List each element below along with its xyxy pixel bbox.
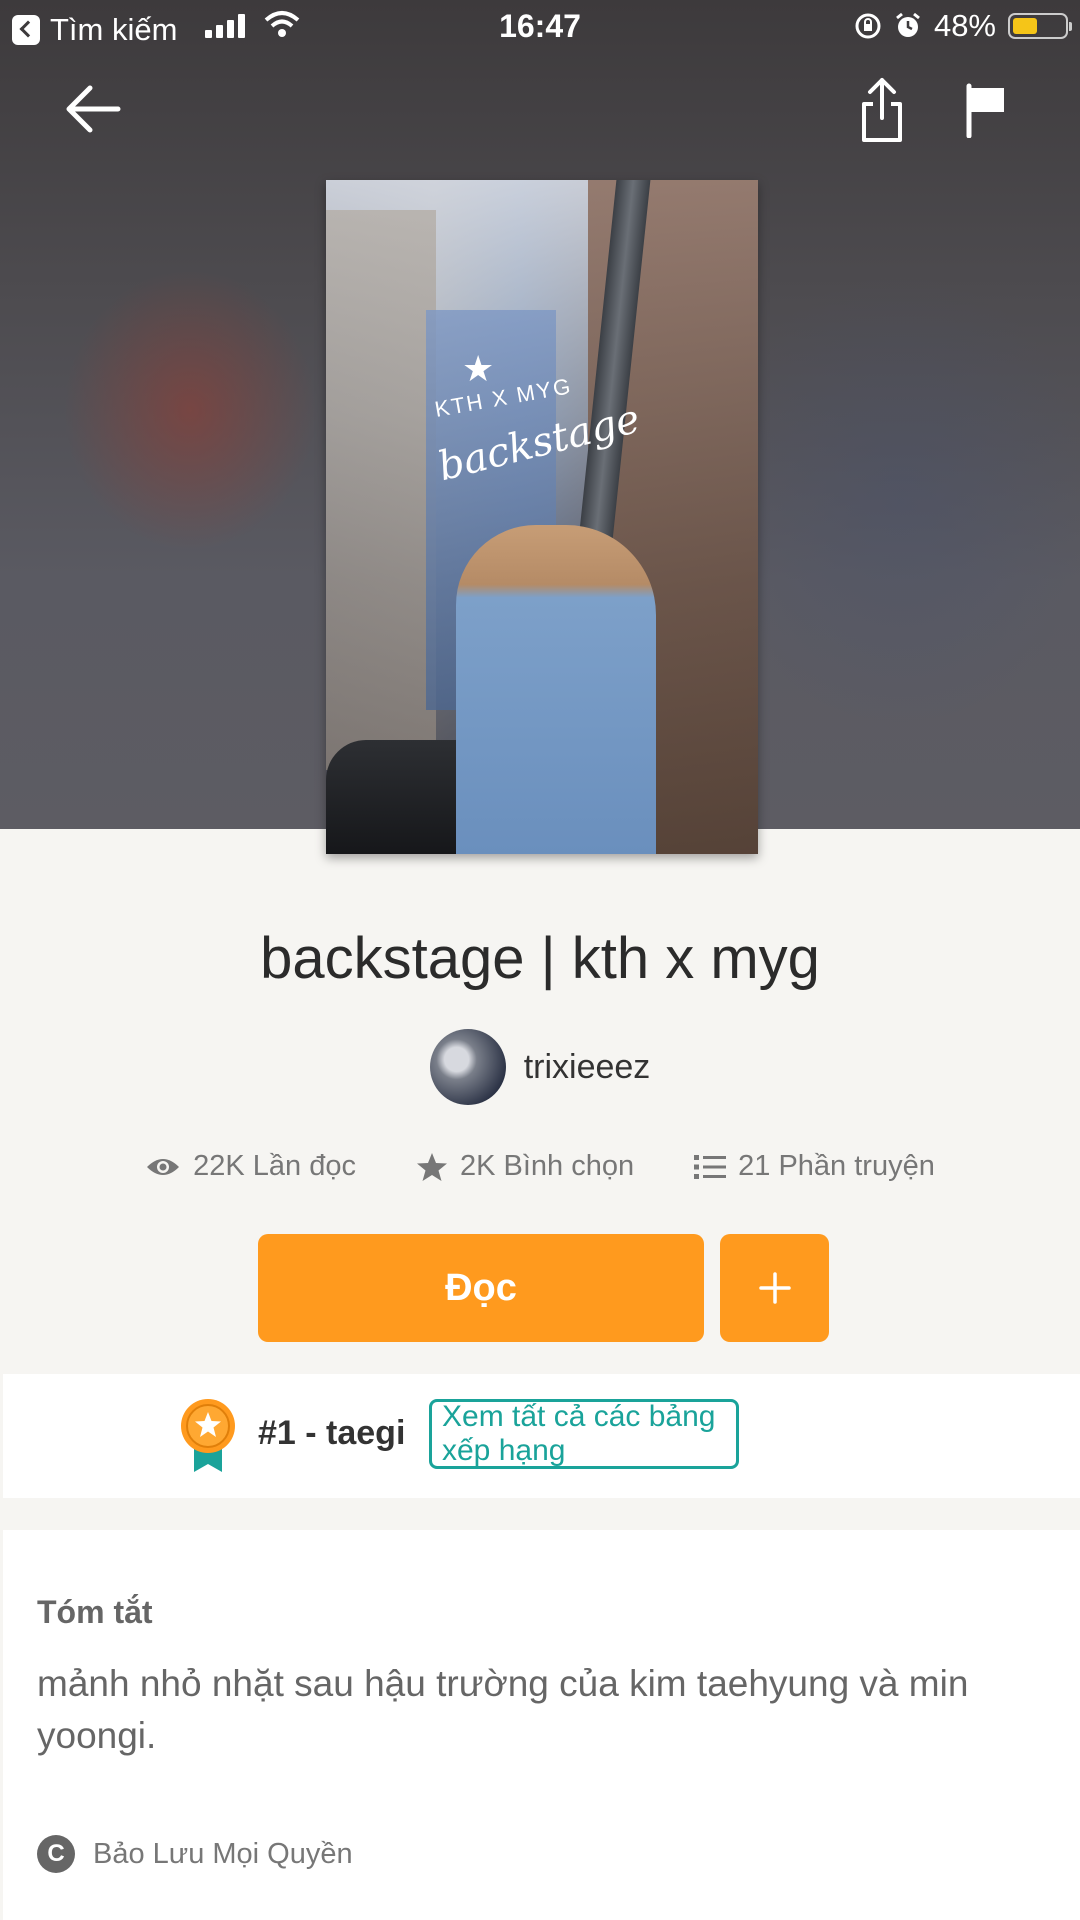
stat-votes: 2K Bình chọn	[416, 1150, 634, 1183]
stat-reads: 22K Lần đọc	[145, 1150, 356, 1183]
rank-label: #1 - taegi	[258, 1414, 406, 1452]
summary-text: mảnh nhỏ nhặt sau hậu trường của kim tae…	[37, 1663, 969, 1756]
cover-star-icon: ★	[462, 348, 495, 389]
status-bar: Tìm kiếm 16:47 48%	[0, 0, 1080, 54]
votes-count: 2K Bình chọn	[460, 1150, 635, 1182]
flag-icon[interactable]	[964, 82, 1008, 138]
ranking-section: #1 - taegi Xem tất cả các bảng xếp hạng	[3, 1374, 1080, 1498]
plus-icon	[758, 1272, 791, 1304]
story-title: backstage | kth x myg	[260, 926, 820, 991]
battery-icon	[1008, 13, 1072, 39]
summary-section: Tóm tắt mảnh nhỏ nhặt sau hậu trường của…	[3, 1530, 1080, 1920]
summary-heading: Tóm tắt	[37, 1594, 153, 1630]
share-icon[interactable]	[858, 76, 906, 144]
list-icon	[694, 1154, 727, 1179]
story-cover-image: ★ KTH X MYG backstage	[326, 180, 758, 854]
parts-count: 21 Phần truyện	[738, 1150, 935, 1182]
view-all-rankings-button[interactable]: Xem tất cả các bảng xếp hạng	[429, 1399, 739, 1469]
read-button[interactable]: Đọc	[258, 1234, 704, 1342]
copyright-icon: C	[37, 1835, 75, 1873]
status-right: 48%	[854, 8, 1072, 44]
copyright-notice: C Bảo Lưu Mọi Quyền	[37, 1835, 353, 1873]
eye-icon	[147, 1158, 180, 1175]
copyright-text: Bảo Lưu Mọi Quyền	[93, 1837, 353, 1870]
ranking-medal-icon	[181, 1399, 235, 1472]
author-name[interactable]: trixieeez	[524, 1048, 651, 1087]
author-avatar[interactable]	[429, 1029, 506, 1105]
reads-count: 22K Lần đọc	[193, 1150, 356, 1182]
story-stats: 22K Lần đọc 2K Bình chọn 21 Phần truyện	[0, 1150, 1080, 1183]
alarm-icon	[896, 12, 920, 37]
star-icon	[417, 1152, 447, 1181]
stat-parts: 21 Phần truyện	[694, 1150, 935, 1183]
battery-percent: 48%	[933, 8, 996, 43]
add-to-library-button[interactable]	[720, 1234, 829, 1342]
author-link[interactable]: trixieeez	[0, 1029, 1080, 1105]
orientation-lock-icon	[855, 13, 881, 39]
back-arrow-icon[interactable]	[64, 82, 122, 136]
